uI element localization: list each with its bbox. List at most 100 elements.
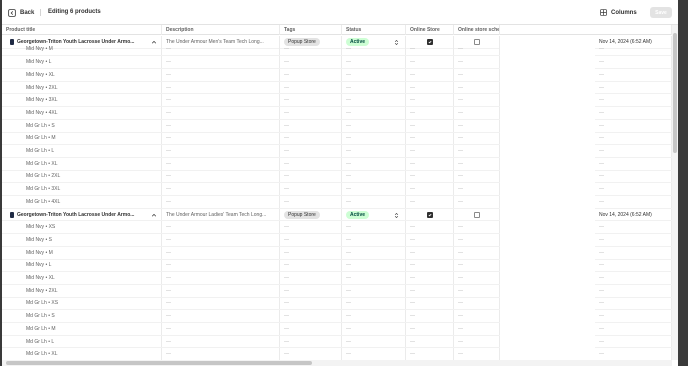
tags-cell[interactable]: —: [280, 335, 342, 348]
date-cell[interactable]: —: [595, 157, 672, 170]
date-cell[interactable]: —: [595, 284, 672, 297]
vertical-scroll-thumb[interactable]: [673, 33, 677, 153]
variant-title-cell[interactable]: Mid Nvy • M: [2, 246, 162, 259]
description-cell[interactable]: —: [162, 43, 280, 56]
variant-title-cell[interactable]: Mid Nvy • 4XL: [2, 107, 162, 119]
columns-button[interactable]: Columns: [600, 7, 637, 18]
status-cell[interactable]: —: [342, 157, 406, 170]
save-button[interactable]: Save: [650, 7, 672, 18]
online-store-checkbox[interactable]: [426, 211, 433, 218]
variant-title-cell[interactable]: Md Gr Lh • 4XL: [2, 196, 162, 208]
column-header-online-store[interactable]: Online Store: [406, 25, 454, 35]
schedule-cell[interactable]: —: [454, 323, 500, 335]
schedule-cell[interactable]: —: [454, 246, 500, 259]
description-cell[interactable]: —: [162, 119, 280, 132]
date-cell[interactable]: —: [595, 69, 672, 81]
status-cell[interactable]: —: [342, 272, 406, 284]
online-store-cell[interactable]: —: [406, 157, 454, 170]
back-button[interactable]: Back: [8, 7, 34, 18]
status-cell[interactable]: —: [342, 335, 406, 348]
description-cell[interactable]: —: [162, 284, 280, 297]
description-cell[interactable]: —: [162, 94, 280, 107]
schedule-cell[interactable]: —: [454, 145, 500, 157]
date-cell[interactable]: —: [595, 335, 672, 348]
chevron-up-icon[interactable]: [151, 212, 157, 218]
variant-title-cell[interactable]: Mid Nvy • L: [2, 56, 162, 68]
description-cell[interactable]: —: [162, 310, 280, 322]
description-cell[interactable]: —: [162, 196, 280, 208]
variant-title-cell[interactable]: Md Gr Lh • L: [2, 335, 162, 348]
status-cell[interactable]: —: [342, 132, 406, 145]
schedule-cell[interactable]: —: [454, 107, 500, 119]
status-cell[interactable]: —: [342, 259, 406, 272]
variant-title-cell[interactable]: Mid Nvy • S: [2, 234, 162, 246]
tags-cell[interactable]: —: [280, 196, 342, 208]
description-cell[interactable]: —: [162, 272, 280, 284]
online-store-cell[interactable]: —: [406, 43, 454, 56]
column-header-online-store-schedule[interactable]: Online store schedule: [454, 25, 500, 35]
variant-title-cell[interactable]: Mid Nvy • XL: [2, 272, 162, 284]
date-cell[interactable]: —: [595, 43, 672, 56]
online-store-cell[interactable]: —: [406, 284, 454, 297]
schedule-cell[interactable]: —: [454, 272, 500, 284]
tags-cell[interactable]: —: [280, 56, 342, 68]
column-header-description[interactable]: Description: [162, 25, 280, 35]
online-store-cell[interactable]: —: [406, 81, 454, 94]
schedule-cell[interactable]: —: [454, 234, 500, 246]
tags-cell[interactable]: —: [280, 259, 342, 272]
variant-title-cell[interactable]: Md Gr Lh • M: [2, 132, 162, 145]
tags-cell[interactable]: —: [280, 348, 342, 360]
description-cell[interactable]: —: [162, 234, 280, 246]
date-cell[interactable]: —: [595, 119, 672, 132]
online-store-cell[interactable]: —: [406, 132, 454, 145]
status-cell[interactable]: —: [342, 310, 406, 322]
tags-cell[interactable]: —: [280, 221, 342, 234]
description-cell[interactable]: —: [162, 323, 280, 335]
online-store-cell[interactable]: —: [406, 69, 454, 81]
online-store-cell[interactable]: —: [406, 272, 454, 284]
column-header-product-title[interactable]: Product title: [2, 25, 162, 35]
column-header-status[interactable]: Status: [342, 25, 406, 35]
product-title-cell[interactable]: Georgetown-Triton Youth Lacrosse Under A…: [2, 208, 162, 221]
tags-cell[interactable]: —: [280, 310, 342, 322]
schedule-cell[interactable]: —: [454, 119, 500, 132]
tags-cell[interactable]: —: [280, 170, 342, 183]
tags-cell[interactable]: —: [280, 157, 342, 170]
date-cell[interactable]: —: [595, 221, 672, 234]
status-cell[interactable]: —: [342, 221, 406, 234]
schedule-cell[interactable]: —: [454, 56, 500, 68]
date-cell[interactable]: —: [595, 348, 672, 360]
schedule-cell[interactable]: —: [454, 221, 500, 234]
tags-cell[interactable]: —: [280, 284, 342, 297]
variant-title-cell[interactable]: Md Gr Lh • M: [2, 323, 162, 335]
description-cell[interactable]: —: [162, 348, 280, 360]
status-cell[interactable]: Active: [342, 208, 406, 221]
description-cell[interactable]: —: [162, 107, 280, 119]
description-cell[interactable]: —: [162, 183, 280, 195]
schedule-cell[interactable]: —: [454, 335, 500, 348]
status-cell[interactable]: —: [342, 94, 406, 107]
status-cell[interactable]: —: [342, 43, 406, 56]
online-store-cell[interactable]: —: [406, 221, 454, 234]
date-cell[interactable]: —: [595, 323, 672, 335]
schedule-cell[interactable]: —: [454, 183, 500, 195]
online-store-cell[interactable]: —: [406, 183, 454, 195]
column-header-tags[interactable]: Tags: [280, 25, 342, 35]
description-cell[interactable]: —: [162, 56, 280, 68]
date-cell[interactable]: —: [595, 272, 672, 284]
schedule-cell[interactable]: —: [454, 170, 500, 183]
tags-cell[interactable]: —: [280, 81, 342, 94]
schedule-checkbox[interactable]: [473, 211, 480, 218]
status-cell[interactable]: —: [342, 107, 406, 119]
variant-title-cell[interactable]: Md Gr Lh • XS: [2, 297, 162, 310]
tags-cell[interactable]: —: [280, 183, 342, 195]
online-store-cell[interactable]: —: [406, 259, 454, 272]
date-cell[interactable]: —: [595, 183, 672, 195]
online-store-cell[interactable]: —: [406, 145, 454, 157]
online-store-cell[interactable]: —: [406, 348, 454, 360]
description-cell[interactable]: —: [162, 297, 280, 310]
vertical-scrollbar[interactable]: [672, 25, 678, 360]
variant-title-cell[interactable]: Md Gr Lh • 3XL: [2, 183, 162, 195]
date-cell[interactable]: —: [595, 107, 672, 119]
tags-cell[interactable]: —: [280, 297, 342, 310]
